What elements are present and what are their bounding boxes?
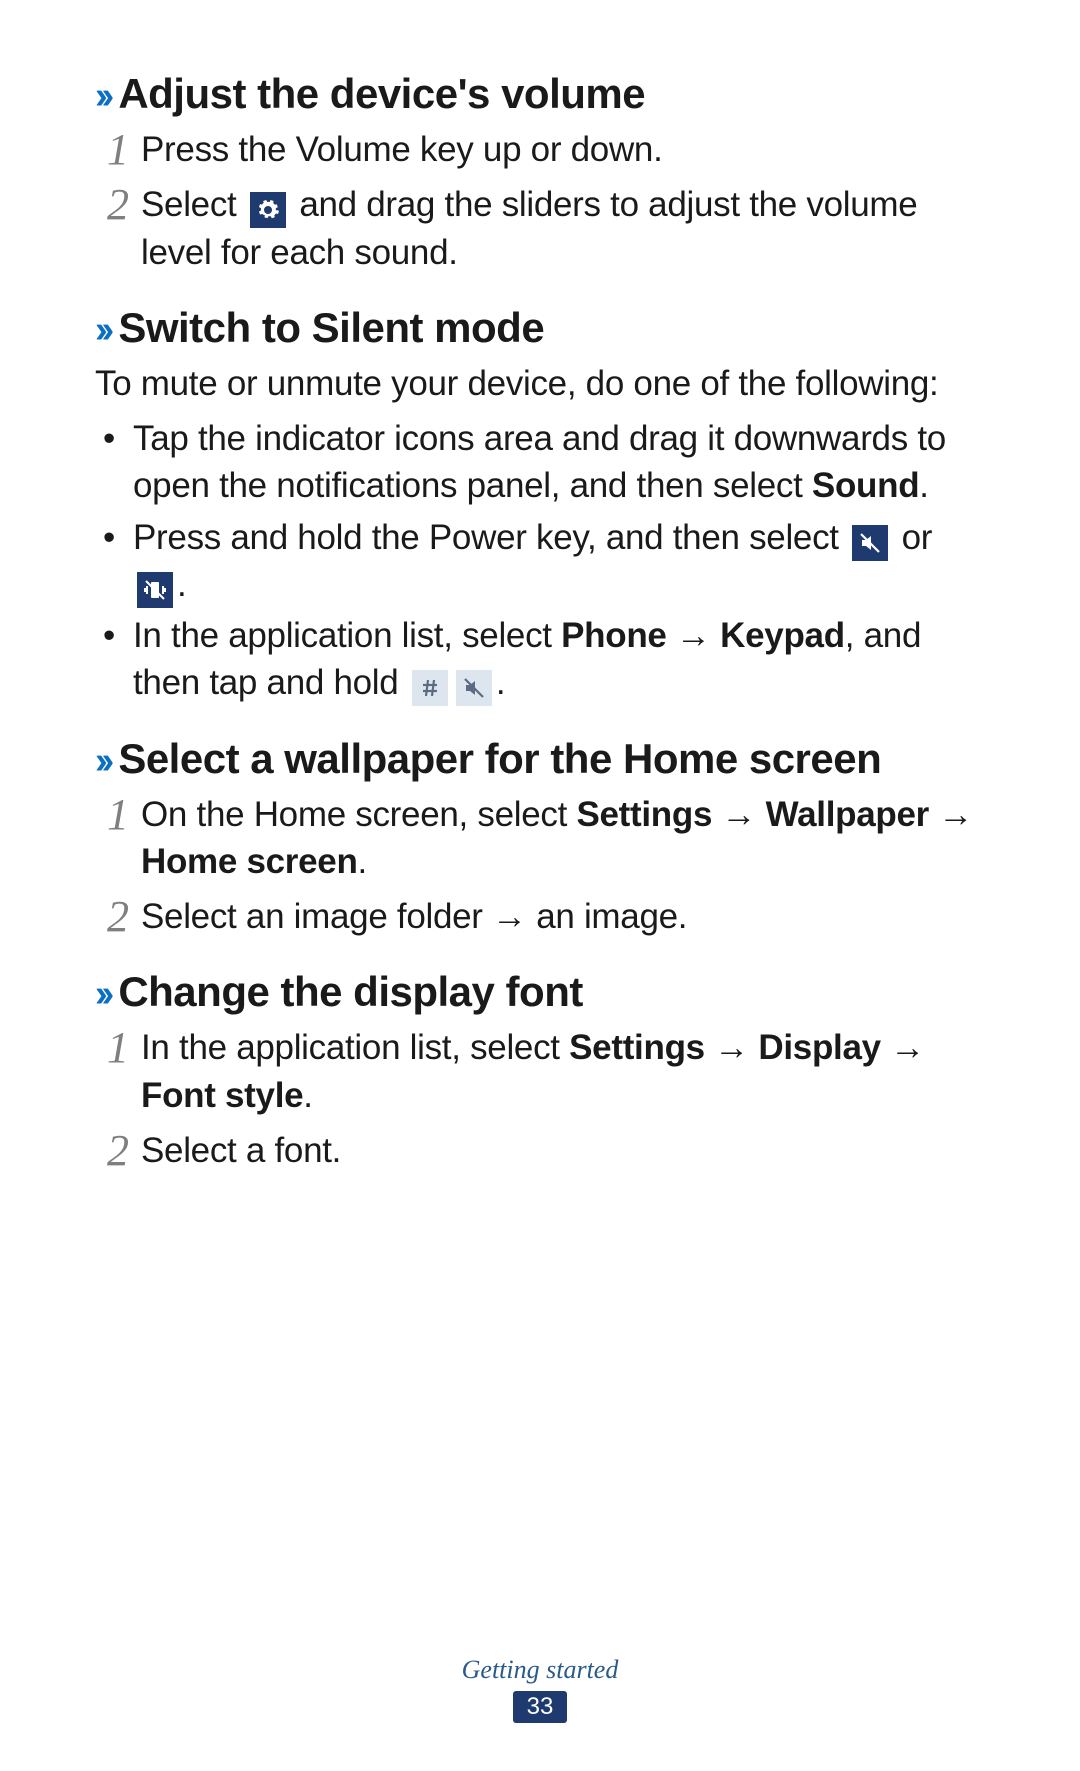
page-footer: Getting started 33 — [0, 1655, 1080, 1723]
step-text: Select and drag the sliders to adjust th… — [141, 181, 985, 276]
section-intro: To mute or unmute your device, do one of… — [95, 360, 985, 407]
chevron-right-icon: ›› — [95, 973, 108, 1016]
section-heading: ››Select a wallpaper for the Home screen — [95, 735, 985, 783]
numbered-step: 1Press the Volume key up or down. — [95, 126, 985, 173]
heading-text: Adjust the device's volume — [118, 70, 645, 118]
bullet-text: Press and hold the Power key, and then s… — [133, 514, 985, 609]
numbered-step: 2Select an image folder → an image. — [95, 893, 985, 940]
step-number: 2 — [95, 893, 141, 940]
heading-text: Select a wallpaper for the Home screen — [118, 735, 881, 783]
chevron-right-icon: ›› — [95, 740, 108, 783]
section-heading: ››Adjust the device's volume — [95, 70, 985, 118]
bold-text: Keypad — [720, 616, 845, 655]
step-number: 1 — [95, 791, 141, 886]
bold-text: Display — [758, 1028, 880, 1067]
section-heading: ››Switch to Silent mode — [95, 304, 985, 352]
step-text: On the Home screen, select Settings → Wa… — [141, 791, 985, 886]
gear-icon — [250, 192, 286, 228]
bold-text: Settings — [569, 1028, 705, 1067]
bold-text: Wallpaper — [766, 795, 929, 834]
bullet-item: •Tap the indicator icons area and drag i… — [103, 415, 985, 510]
bullet-text: In the application list, select Phone → … — [133, 612, 985, 707]
bullet-text: Tap the indicator icons area and drag it… — [133, 415, 985, 510]
mute-icon — [852, 525, 888, 561]
chevron-right-icon: ›› — [95, 75, 108, 118]
step-number: 2 — [95, 181, 141, 276]
step-text: In the application list, select Settings… — [141, 1024, 985, 1119]
numbered-step: 1On the Home screen, select Settings → W… — [95, 791, 985, 886]
vibrate-icon — [137, 572, 173, 608]
page-number-badge: 33 — [513, 1691, 568, 1723]
step-number: 1 — [95, 126, 141, 173]
bullet-item: •Press and hold the Power key, and then … — [103, 514, 985, 609]
numbered-step: 2Select a font. — [95, 1127, 985, 1174]
bullet-dot: • — [103, 612, 133, 707]
numbered-step: 1In the application list, select Setting… — [95, 1024, 985, 1119]
step-number: 2 — [95, 1127, 141, 1174]
bold-text: Home screen — [141, 842, 358, 881]
numbered-step: 2Select and drag the sliders to adjust t… — [95, 181, 985, 276]
bold-text: Settings — [576, 795, 712, 834]
mute2-icon — [456, 670, 492, 706]
bold-text: Phone — [561, 616, 666, 655]
heading-text: Change the display font — [118, 968, 583, 1016]
bullet-dot: • — [103, 415, 133, 510]
heading-text: Switch to Silent mode — [118, 304, 544, 352]
bold-text: Sound — [812, 466, 919, 505]
bullet-item: •In the application list, select Phone →… — [103, 612, 985, 707]
section-heading: ››Change the display font — [95, 968, 985, 1016]
step-text: Select an image folder → an image. — [141, 893, 985, 940]
footer-section-title: Getting started — [0, 1655, 1080, 1685]
step-number: 1 — [95, 1024, 141, 1119]
step-text: Select a font. — [141, 1127, 985, 1174]
bullet-dot: • — [103, 514, 133, 609]
chevron-right-icon: ›› — [95, 309, 108, 352]
bold-text: Font style — [141, 1076, 303, 1115]
hash-icon — [412, 670, 448, 706]
step-text: Press the Volume key up or down. — [141, 126, 985, 173]
